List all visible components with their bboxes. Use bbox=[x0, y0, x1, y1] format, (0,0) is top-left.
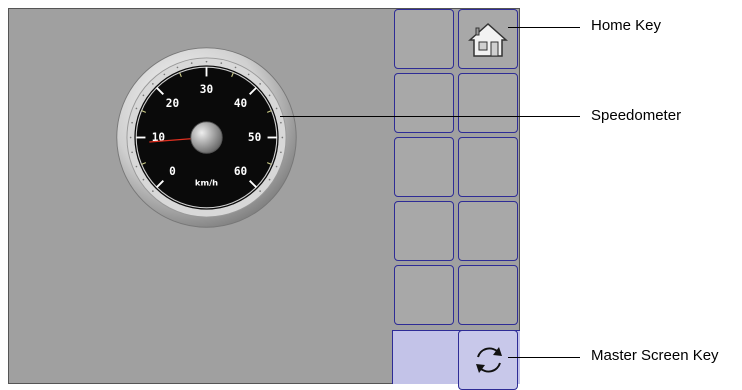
gauge-scale-label: 20 bbox=[166, 97, 180, 110]
home-key-button[interactable] bbox=[458, 9, 518, 69]
softkey-button[interactable] bbox=[394, 73, 454, 133]
gauge-scale-label: 50 bbox=[248, 131, 262, 144]
gauge-ring-dot bbox=[220, 62, 223, 64]
softkey-button[interactable] bbox=[394, 137, 454, 197]
gauge-ring-dot bbox=[234, 66, 237, 69]
gauge-scale-label: 30 bbox=[200, 83, 214, 96]
gauge-ring-dot bbox=[152, 190, 154, 192]
gauge-scale-label: 60 bbox=[234, 165, 248, 178]
gauge-ring-dot bbox=[205, 60, 208, 63]
gauge-ring-dot bbox=[281, 136, 284, 139]
softkey-button[interactable] bbox=[458, 201, 518, 261]
home-key-callout: Home Key bbox=[591, 17, 662, 34]
gauge-ring-dot bbox=[280, 121, 282, 124]
softkey-button[interactable] bbox=[394, 201, 454, 261]
gauge-ring-dot bbox=[275, 107, 278, 110]
speedometer-gauge: 0 10 20 30 40 50 60 km/h bbox=[114, 45, 299, 230]
gauge-scale-label: 40 bbox=[234, 97, 248, 110]
master-screen-key-callout-line bbox=[508, 357, 580, 358]
gauge-ring-dot bbox=[152, 83, 154, 85]
gauge-ring-dot bbox=[129, 136, 132, 139]
gauge-ring-dot bbox=[176, 66, 179, 69]
gauge-hub bbox=[190, 121, 223, 154]
home-icon bbox=[468, 22, 508, 57]
gauge-ring-dot bbox=[142, 94, 145, 97]
gauge-ring-dot bbox=[259, 190, 261, 192]
gauge-unit-label: km/h bbox=[195, 178, 218, 188]
speedometer-callout: Speedometer bbox=[591, 107, 682, 124]
softkey-button[interactable] bbox=[394, 265, 454, 325]
gauge-ring-dot bbox=[268, 178, 271, 181]
refresh-icon bbox=[476, 347, 502, 373]
gauge-ring-dot bbox=[131, 151, 133, 154]
gauge-ring-dot bbox=[275, 165, 278, 168]
gauge-ring-dot bbox=[247, 73, 250, 76]
gauge-ring-dot bbox=[135, 107, 138, 110]
softkey-button[interactable] bbox=[458, 137, 518, 197]
gauge-ring-dot bbox=[190, 62, 193, 64]
gauge-ring-dot bbox=[131, 121, 133, 124]
master-screen-key-button[interactable] bbox=[458, 330, 518, 390]
speedometer-svg: 0102030405060 km/h bbox=[116, 47, 297, 228]
gauge-ring-dot bbox=[280, 151, 282, 154]
home-key-callout-line bbox=[508, 27, 580, 28]
gauge-ring-dot bbox=[135, 165, 138, 168]
gauge-ring-dot bbox=[142, 178, 145, 181]
gauge-ring-dot bbox=[163, 73, 166, 76]
master-screen-key-callout: Master Screen Key bbox=[591, 347, 719, 364]
gauge-scale-label: 0 bbox=[169, 165, 176, 178]
softkey-button[interactable] bbox=[458, 73, 518, 133]
softkey-button[interactable] bbox=[458, 265, 518, 325]
gauge-ring-dot bbox=[259, 83, 261, 85]
speedometer-callout-line bbox=[280, 116, 580, 117]
softkey-button[interactable] bbox=[394, 9, 454, 69]
gauge-ring-dot bbox=[268, 94, 271, 97]
